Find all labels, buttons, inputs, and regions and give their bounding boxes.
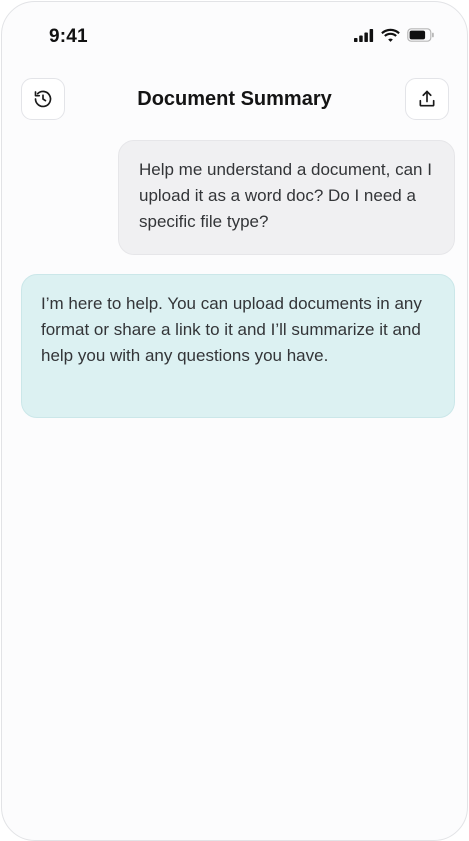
assistant-message-bubble: I’m here to help. You can upload documen… [21, 274, 455, 418]
cellular-signal-icon [354, 28, 374, 42]
battery-icon [407, 28, 434, 42]
status-icons [354, 28, 435, 42]
phone-screen: 9:41 Document Summary Help me understand… [1, 1, 468, 841]
user-message-bubble: Help me understand a document, can I upl… [118, 140, 455, 255]
page-title: Document Summary [137, 88, 332, 110]
wifi-icon [381, 28, 400, 42]
upload-button[interactable] [405, 78, 449, 120]
upload-icon [419, 90, 435, 107]
status-time: 9:41 [49, 26, 88, 47]
